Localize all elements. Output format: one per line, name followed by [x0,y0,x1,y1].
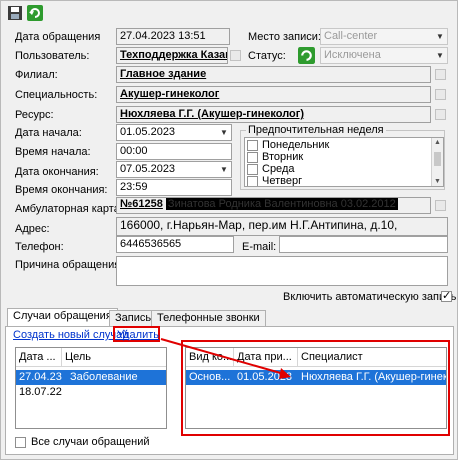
appointment-window: Дата обращения 27.04.2023 13:51 Место за… [0,0,458,460]
all-cases-checkbox[interactable] [15,437,26,448]
all-cases-label: Все случаи обращений [31,436,150,448]
annotation-arrow [160,338,291,379]
